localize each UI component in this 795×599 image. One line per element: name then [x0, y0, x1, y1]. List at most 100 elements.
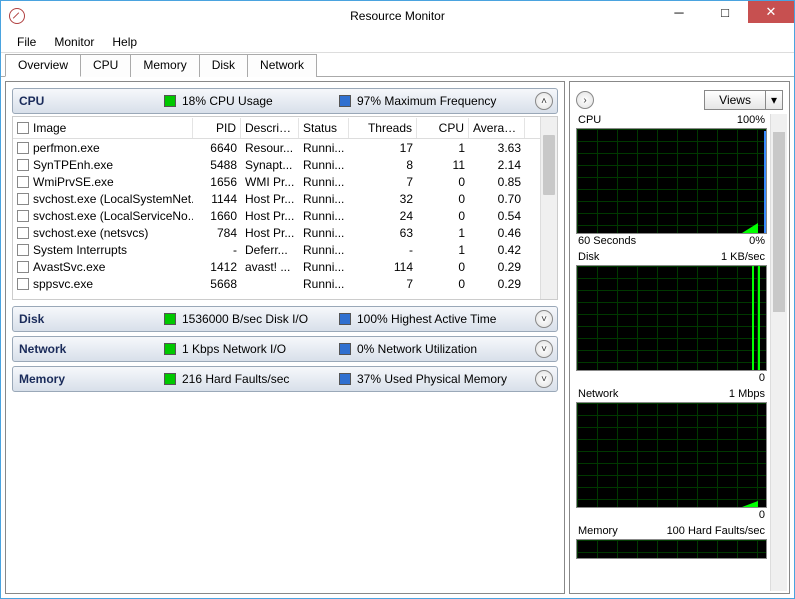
disk-title: Disk — [19, 312, 164, 326]
maximize-button[interactable]: □ — [702, 1, 748, 23]
table-row[interactable]: sppsvc.exe5668Runni...700.29 — [13, 275, 557, 292]
col-cpu[interactable]: CPU — [417, 118, 469, 138]
row-image: AvastSvc.exe — [33, 260, 105, 274]
table-row[interactable]: WmiPrvSE.exe1656WMI Pr...Runni...700.85 — [13, 173, 557, 190]
disk-io-icon — [164, 313, 176, 325]
row-status: Runni... — [299, 277, 349, 291]
expand-disk-button[interactable]: ˅ — [535, 310, 553, 328]
row-checkbox[interactable] — [17, 142, 29, 154]
graph-disk-min: 0 — [759, 372, 765, 384]
col-image[interactable]: Image — [13, 118, 193, 138]
row-avg: 0.29 — [469, 277, 525, 291]
table-row[interactable]: svchost.exe (LocalSystemNet...1144Host P… — [13, 190, 557, 207]
row-checkbox[interactable] — [17, 176, 29, 188]
table-row[interactable]: SynTPEnh.exe5488Synapt...Runni...8112.14 — [13, 156, 557, 173]
row-desc: Synapt... — [241, 158, 299, 172]
table-header: Image PID Descrip... Status Threads CPU … — [13, 117, 557, 139]
row-desc: Host Pr... — [241, 209, 299, 223]
row-checkbox[interactable] — [17, 244, 29, 256]
expand-memory-button[interactable]: ˅ — [535, 370, 553, 388]
tab-overview[interactable]: Overview — [5, 54, 81, 77]
menu-help[interactable]: Help — [104, 33, 145, 51]
memory-section-header[interactable]: Memory 216 Hard Faults/sec 37% Used Phys… — [12, 366, 558, 392]
row-pid: 1144 — [193, 192, 241, 206]
col-desc[interactable]: Descrip... — [241, 118, 299, 138]
row-checkbox[interactable] — [17, 261, 29, 273]
memory-title: Memory — [19, 372, 164, 386]
graphs-scrollbar-thumb[interactable] — [773, 132, 785, 312]
disk-section-header[interactable]: Disk 1536000 B/sec Disk I/O 100% Highest… — [12, 306, 558, 332]
row-pid: 1656 — [193, 175, 241, 189]
row-checkbox[interactable] — [17, 159, 29, 171]
row-desc: Resour... — [241, 141, 299, 155]
row-avg: 0.46 — [469, 226, 525, 240]
graphs-scrollbar[interactable] — [770, 114, 787, 591]
row-avg: 3.63 — [469, 141, 525, 155]
views-dropdown-icon[interactable]: ▾ — [766, 90, 783, 110]
row-status: Runni... — [299, 175, 349, 189]
table-row[interactable]: svchost.exe (netsvcs)784Host Pr...Runni.… — [13, 224, 557, 241]
cpu-freq: 97% Maximum Frequency — [357, 94, 496, 108]
collapse-graphs-button[interactable]: › — [576, 91, 594, 109]
select-all-checkbox[interactable] — [17, 122, 29, 134]
row-pid: 1412 — [193, 260, 241, 274]
table-row[interactable]: perfmon.exe6640Resour...Runni...1713.63 — [13, 139, 557, 156]
row-desc: WMI Pr... — [241, 175, 299, 189]
col-pid[interactable]: PID — [193, 118, 241, 138]
row-pid: 6640 — [193, 141, 241, 155]
row-pid: - — [193, 243, 241, 257]
row-pid: 784 — [193, 226, 241, 240]
net-io-icon — [164, 343, 176, 355]
expand-network-button[interactable]: ˅ — [535, 340, 553, 358]
network-section-header[interactable]: Network 1 Kbps Network I/O 0% Network Ut… — [12, 336, 558, 362]
mem-used: 37% Used Physical Memory — [357, 372, 507, 386]
col-avg[interactable]: Averag... — [469, 118, 525, 138]
row-avg: 2.14 — [469, 158, 525, 172]
tab-memory[interactable]: Memory — [130, 54, 199, 77]
table-row[interactable]: svchost.exe (LocalServiceNo...1660Host P… — [13, 207, 557, 224]
collapse-cpu-button[interactable]: ˄ — [535, 92, 553, 110]
window-title: Resource Monitor — [350, 9, 445, 23]
scrollbar-thumb[interactable] — [543, 135, 555, 195]
tab-cpu[interactable]: CPU — [80, 54, 131, 77]
row-threads: 7 — [349, 277, 417, 291]
mem-used-icon — [339, 373, 351, 385]
row-status: Runni... — [299, 209, 349, 223]
net-util: 0% Network Utilization — [357, 342, 477, 356]
tabs: Overview CPU Memory Disk Network — [1, 53, 794, 77]
tab-disk[interactable]: Disk — [199, 54, 248, 77]
col-threads[interactable]: Threads — [349, 118, 417, 138]
left-pane: CPU 18% CPU Usage 97% Maximum Frequency … — [5, 81, 565, 594]
row-threads: 8 — [349, 158, 417, 172]
cpu-section-header[interactable]: CPU 18% CPU Usage 97% Maximum Frequency … — [12, 88, 558, 114]
graph-network: Network1 Mbps 0 — [576, 388, 767, 523]
titlebar[interactable]: Resource Monitor ─ □ ✕ — [1, 1, 794, 31]
network-title: Network — [19, 342, 164, 356]
views-button[interactable]: Views ▾ — [704, 90, 783, 110]
row-cpu: 1 — [417, 226, 469, 240]
graph-cpu: CPU100% 60 Seconds0% — [576, 114, 767, 249]
row-checkbox[interactable] — [17, 278, 29, 290]
table-row[interactable]: AvastSvc.exe1412avast! ...Runni...11400.… — [13, 258, 557, 275]
menu-file[interactable]: File — [9, 33, 44, 51]
disk-active-icon — [339, 313, 351, 325]
row-checkbox[interactable] — [17, 210, 29, 222]
tab-network[interactable]: Network — [247, 54, 317, 77]
row-image: svchost.exe (LocalServiceNo... — [33, 209, 193, 223]
menu-monitor[interactable]: Monitor — [46, 33, 102, 51]
mem-faults: 216 Hard Faults/sec — [182, 372, 289, 386]
graph-net-min: 0 — [759, 509, 765, 521]
col-status[interactable]: Status — [299, 118, 349, 138]
net-util-icon — [339, 343, 351, 355]
table-row[interactable]: System Interrupts-Deferr...Runni...-10.4… — [13, 241, 557, 258]
minimize-button[interactable]: ─ — [656, 1, 702, 23]
graph-memory: Memory100 Hard Faults/sec — [576, 525, 767, 559]
graph-disk-title: Disk — [578, 251, 599, 263]
row-checkbox[interactable] — [17, 227, 29, 239]
table-scrollbar[interactable] — [540, 117, 557, 299]
row-cpu: 0 — [417, 209, 469, 223]
views-label[interactable]: Views — [704, 90, 766, 110]
row-checkbox[interactable] — [17, 193, 29, 205]
row-cpu: 0 — [417, 192, 469, 206]
close-button[interactable]: ✕ — [748, 1, 794, 23]
